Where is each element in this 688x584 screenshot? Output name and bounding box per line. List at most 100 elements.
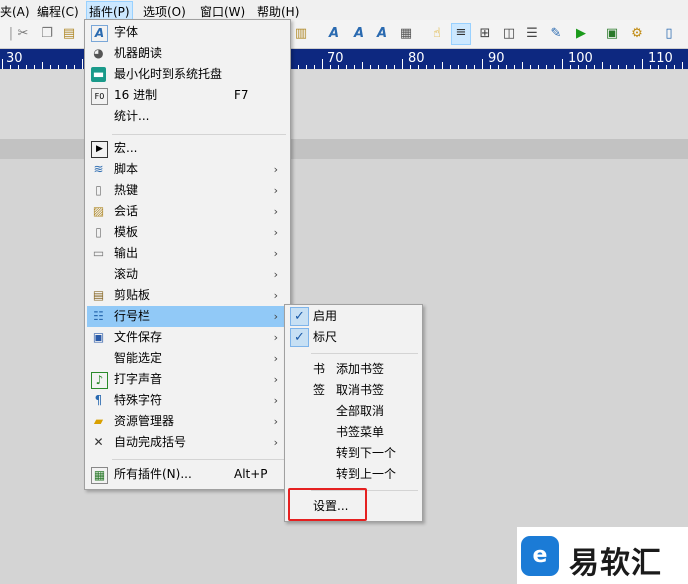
ruler-tick (466, 65, 467, 69)
hex-icon: F0 (91, 88, 108, 105)
menu-item-hotkey[interactable]: ▯ 热键 › (87, 180, 286, 201)
bracket-icon: ✕ (93, 435, 104, 449)
menu-item-macro[interactable]: ▶ 宏... (87, 138, 286, 159)
submenu-item-add-bookmark[interactable]: 书 添加书签 (287, 359, 420, 380)
menu-plugins[interactable]: 插件(P) (86, 1, 133, 21)
brand-text: 易软汇 (569, 546, 662, 581)
ruler-tick (346, 65, 347, 69)
ruler-tick (610, 65, 611, 69)
columns-icon[interactable]: ◫ (500, 25, 518, 43)
menu-item-template[interactable]: ▯ 模板 › (87, 222, 286, 243)
ruler-tick (378, 65, 379, 69)
ruler-tick (538, 65, 539, 69)
ruler-tick (586, 65, 587, 69)
ruler-tick (330, 65, 331, 69)
ruler-tick (450, 65, 451, 69)
submenu-item-remove-bookmark[interactable]: 签 取消书签 (287, 380, 420, 401)
font-a-icon[interactable]: A (325, 25, 343, 43)
ruler-tick (498, 65, 499, 69)
menu-window[interactable]: 窗口(W) (200, 3, 245, 20)
paste-special-icon[interactable]: ▥ (292, 25, 310, 43)
ruler-tick (442, 62, 443, 69)
ruler-tick (458, 65, 459, 69)
grid-icon[interactable]: ▦ (397, 25, 415, 43)
cut-icon[interactable]: ✂ (14, 25, 32, 43)
menu-help[interactable]: 帮助(H) (257, 3, 299, 20)
menu-favorites[interactable]: 夹(A) (0, 3, 30, 20)
chevron-right-icon: › (273, 331, 278, 344)
notebook-icon[interactable]: ▯ (660, 25, 678, 43)
ruler-tick (34, 65, 35, 69)
menu-item-hex[interactable]: F0 16 进制 F7 (87, 85, 286, 106)
gear-icon[interactable]: ⚙ (628, 25, 646, 43)
ruler-tick (594, 65, 595, 69)
submenu-item-goto-next[interactable]: 转到下一个 (287, 443, 420, 464)
paste-icon[interactable]: ▤ (60, 25, 78, 43)
menu-item-file-save[interactable]: ▣ 文件保存 › (87, 327, 286, 348)
menu-item-statistics[interactable]: 统计... (87, 106, 286, 127)
menu-item-script[interactable]: ≋ 脚本 › (87, 159, 286, 180)
hand-icon[interactable]: ☝ (428, 25, 446, 43)
chevron-right-icon: › (273, 205, 278, 218)
ruler-tick (418, 65, 419, 69)
menu-item-explorer[interactable]: ▰ 资源管理器 › (87, 411, 286, 432)
play-icon[interactable]: ▶ (572, 25, 590, 43)
menu-programming[interactable]: 编程(C) (37, 3, 79, 20)
submenu-item-enable[interactable]: ✓ 启用 (287, 306, 420, 327)
speech-icon: ◕ (93, 46, 104, 60)
menu-options[interactable]: 选项(O) (143, 3, 186, 20)
ruler-tick (74, 65, 75, 69)
menu-item-scroll[interactable]: 滚动 › (87, 264, 286, 285)
macro-icon: ▶ (91, 141, 108, 158)
menu-item-clipboard[interactable]: ▤ 剪贴板 › (87, 285, 286, 306)
ruler-tick (298, 65, 299, 69)
ruler-tick (530, 65, 531, 69)
submenu-item-goto-prev[interactable]: 转到上一个 (287, 464, 420, 485)
font-a-plus-icon[interactable]: A (350, 25, 368, 43)
brand-mark-icon: e (521, 536, 559, 576)
rows-icon[interactable]: ☰ (523, 25, 541, 43)
ruler-tick (578, 65, 579, 69)
submenu-item-clear-all[interactable]: 全部取消 (287, 401, 420, 422)
menu-item-session[interactable]: ▨ 会话 › (87, 201, 286, 222)
ruler-tick (634, 65, 635, 69)
ruler-tick (410, 65, 411, 69)
ruler-tick (682, 62, 683, 69)
ruler-tick (426, 65, 427, 69)
chevron-right-icon: › (273, 436, 278, 449)
ruler-tick (338, 65, 339, 69)
font-a-minus-icon[interactable]: A (373, 25, 391, 43)
menu-item-smart-select[interactable]: 智能选定 › (87, 348, 286, 369)
submenu-item-bookmark-menu[interactable]: 书签菜单 (287, 422, 420, 443)
chevron-right-icon: › (273, 310, 278, 323)
submenu-item-ruler[interactable]: ✓ 标尺 (287, 327, 420, 348)
ruler-tick (82, 59, 83, 69)
line-number-toggle-icon[interactable]: ≡ (451, 23, 471, 45)
ruler-tick (618, 65, 619, 69)
menu-item-line-number-bar[interactable]: ☷ 行号栏 › (87, 306, 286, 327)
menu-item-all-plugins[interactable]: ▦ 所有插件(N)... Alt+P (87, 464, 286, 485)
ruler-tick (18, 65, 19, 69)
ruler-tick (354, 65, 355, 69)
tool-icon[interactable]: ✎ (547, 25, 565, 43)
table-icon[interactable]: ⊞ (476, 25, 494, 43)
font-icon: A (91, 25, 108, 42)
ruler-tick (666, 65, 667, 69)
menu-item-typing-sound[interactable]: ♪ 打字声音 › (87, 369, 286, 390)
ruler-tick (362, 62, 363, 69)
menu-item-minimize-tray[interactable]: ▬ 最小化时到系统托盘 (87, 64, 286, 85)
macro-icon[interactable]: ▣ (603, 25, 621, 43)
ruler-tick (626, 65, 627, 69)
menu-item-font[interactable]: A 字体 (87, 22, 286, 43)
ruler-tick (650, 65, 651, 69)
ruler-number: 80 (408, 51, 425, 66)
menu-item-output[interactable]: ▭ 输出 › (87, 243, 286, 264)
menu-separator (311, 353, 418, 354)
ruler-tick (570, 65, 571, 69)
copy-icon[interactable]: ❐ (38, 25, 56, 43)
ruler-tick (322, 59, 323, 69)
menu-item-auto-bracket[interactable]: ✕ 自动完成括号 › (87, 432, 286, 453)
menu-item-special-chars[interactable]: ¶ 特殊字符 › (87, 390, 286, 411)
sound-icon: ♪ (91, 372, 108, 389)
menu-item-speech[interactable]: ◕ 机器朗读 (87, 43, 286, 64)
